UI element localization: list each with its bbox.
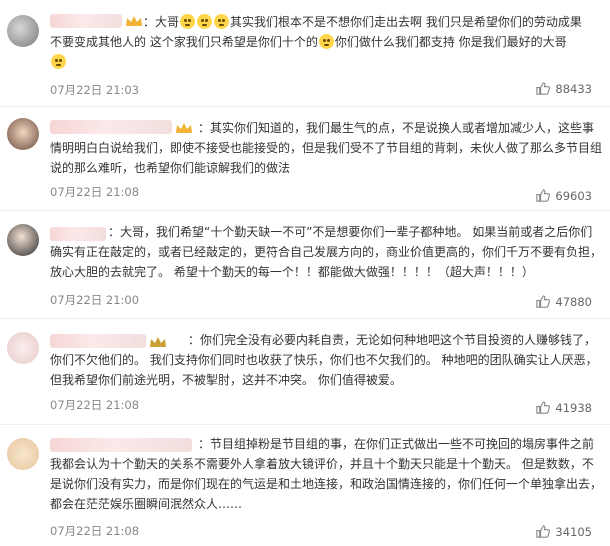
crying-face-emoji xyxy=(214,14,230,29)
comment-text-continued: 不要变成其他人的 这个家我们只希望是你们十个的 你们做什么我们都支持 你是我们最好… xyxy=(50,32,602,72)
username-blurred[interactable] xyxy=(50,14,122,28)
crying-face-emoji xyxy=(318,34,334,49)
comment-text: ：大哥 其实我们根本不是不想你们走出去啊 我们只是希望你们的劳动成果 xyxy=(143,14,582,29)
like-count: 88433 xyxy=(555,81,592,96)
like-button[interactable]: 34105 xyxy=(535,524,592,539)
crown-badge-icon xyxy=(126,16,142,26)
like-count: 41938 xyxy=(555,400,592,415)
divider xyxy=(0,424,610,425)
thumbs-up-icon xyxy=(536,295,551,308)
like-count: 47880 xyxy=(555,294,592,309)
like-button[interactable]: 88433 xyxy=(535,81,592,96)
divider xyxy=(0,210,610,211)
divider xyxy=(0,106,610,107)
avatar[interactable] xyxy=(7,224,39,256)
avatar[interactable] xyxy=(7,438,39,470)
like-count: 34105 xyxy=(555,524,592,539)
comment-date: 07月22日 21:08 xyxy=(50,524,140,538)
like-button[interactable]: 41938 xyxy=(535,400,592,415)
thumbs-up-icon xyxy=(536,401,551,414)
crying-face-emoji xyxy=(197,14,213,29)
comment-text-tail: 你们做什么我们都支持 你是我们最好的大哥 xyxy=(334,35,567,49)
crying-face-emoji xyxy=(51,54,66,69)
comment-text: ：你们完全没有必要内耗自责，无论如何种地吧这个节目投资的人赚够钱了，你们不欠他们… xyxy=(50,333,598,387)
crying-face-emoji xyxy=(180,14,196,29)
comment-text: ：节目组掉粉是节目组的事，在你们正式做出一些不可挽回的塌房事件之前我都会认为十个… xyxy=(50,437,603,511)
avatar[interactable] xyxy=(7,15,39,47)
avatar[interactable] xyxy=(7,332,39,364)
comment-date: 07月22日 21:08 xyxy=(50,185,140,199)
like-button[interactable]: 69603 xyxy=(535,188,592,203)
like-button[interactable]: 47880 xyxy=(535,294,592,309)
comment-date: 07月22日 21:00 xyxy=(50,293,140,307)
thumbs-up-icon xyxy=(536,525,551,538)
comment-text: ：大哥，我们希望“十个勤天缺一不可”不是想要你们一辈子都种地。 如果当前或者之后… xyxy=(50,225,603,279)
comment-text: ：其实你们知道的，我们最生气的点，不是说换人或者增加减少人，这些事情明明白白说给… xyxy=(50,121,603,175)
thumbs-up-icon xyxy=(536,82,551,95)
avatar[interactable] xyxy=(7,118,39,150)
comment-date: 07月22日 21:08 xyxy=(50,398,140,412)
thumbs-up-icon xyxy=(536,189,551,202)
divider xyxy=(0,318,610,319)
comment-date: 07月22日 21:03 xyxy=(50,83,140,97)
like-count: 69603 xyxy=(555,188,592,203)
